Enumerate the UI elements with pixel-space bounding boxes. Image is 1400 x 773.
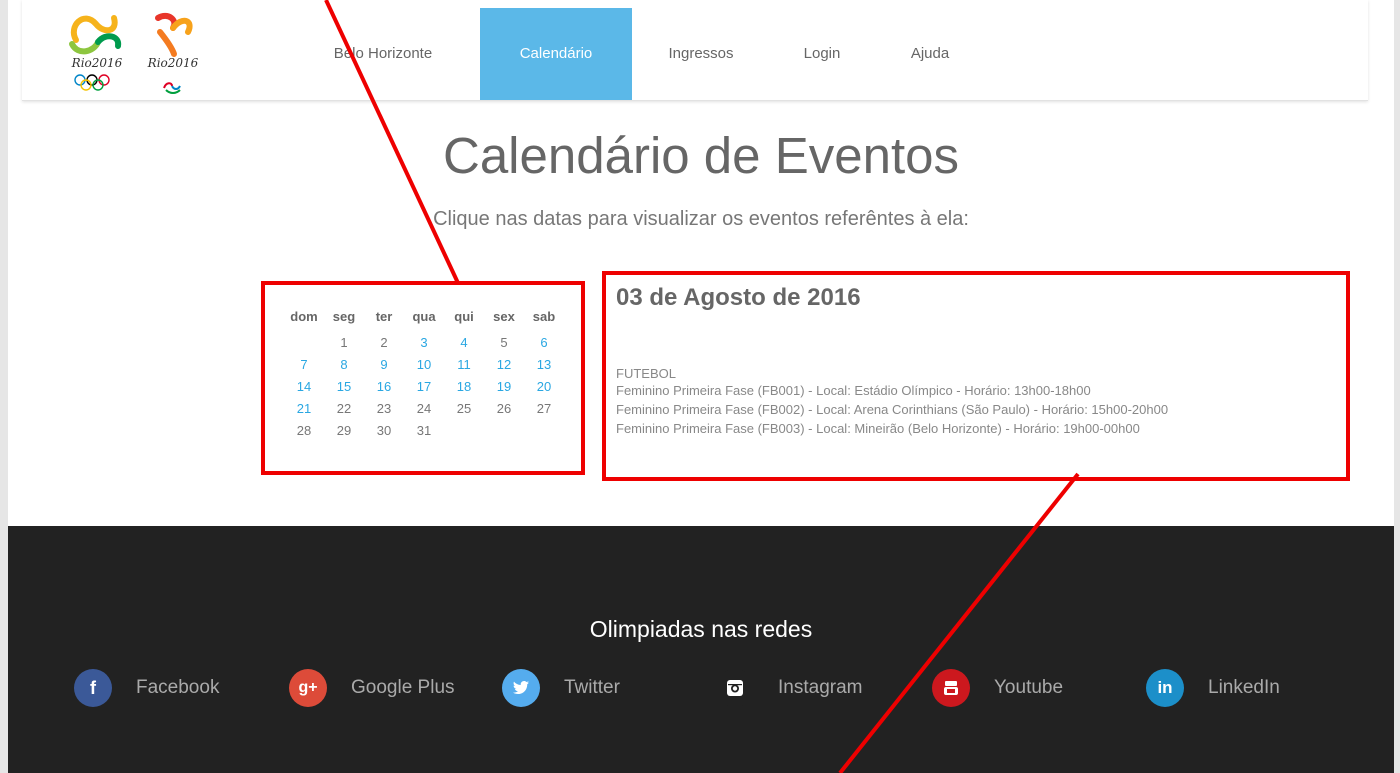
agitos-icon (163, 82, 181, 94)
rio2016-paralympic-logo[interactable]: Rio2016 (138, 6, 208, 98)
nav-item-calendario[interactable]: Calendário (480, 8, 632, 100)
page-title: Calendário de Eventos (442, 127, 959, 184)
calendar-highlight-box (261, 281, 585, 475)
facebook-icon: f (74, 669, 112, 707)
instagram-icon (716, 669, 754, 707)
social-label: LinkedIn (1208, 677, 1280, 698)
olympic-rings-icon (74, 74, 110, 91)
social-label: Twitter (564, 677, 620, 698)
paralympic-logo-text: Rio2016 (147, 56, 199, 70)
twitter-icon (502, 669, 540, 707)
footer: Olimpiadas nas redes f Facebook g+ Googl… (8, 526, 1394, 773)
nav-item-ajuda[interactable]: Ajuda (890, 8, 970, 100)
social-label: Google Plus (351, 677, 455, 698)
olympic-logo-text: Rio2016 (71, 56, 123, 70)
page-subtitle: Clique nas datas para visualizar os even… (433, 208, 969, 230)
rio2016-olympic-logo[interactable]: Rio2016 (62, 6, 132, 98)
nav-item-login[interactable]: Login (782, 8, 862, 100)
youtube-icon (932, 669, 970, 707)
footer-title: Olimpiadas nas redes (589, 616, 813, 642)
google-plus-icon: g+ (289, 669, 327, 707)
social-label: Youtube (994, 677, 1064, 698)
nav-item-ingressos[interactable]: Ingressos (646, 8, 756, 100)
social-label: Facebook (136, 677, 220, 698)
nav-item-belo-horizonte[interactable]: Belo Horizonte (308, 8, 458, 100)
linkedin-icon: in (1146, 669, 1184, 707)
navbar: Rio2016 Rio2016 Belo Horizonte Calendári… (22, 0, 1368, 101)
events-highlight-box (602, 271, 1350, 481)
social-label: Instagram (778, 677, 863, 698)
